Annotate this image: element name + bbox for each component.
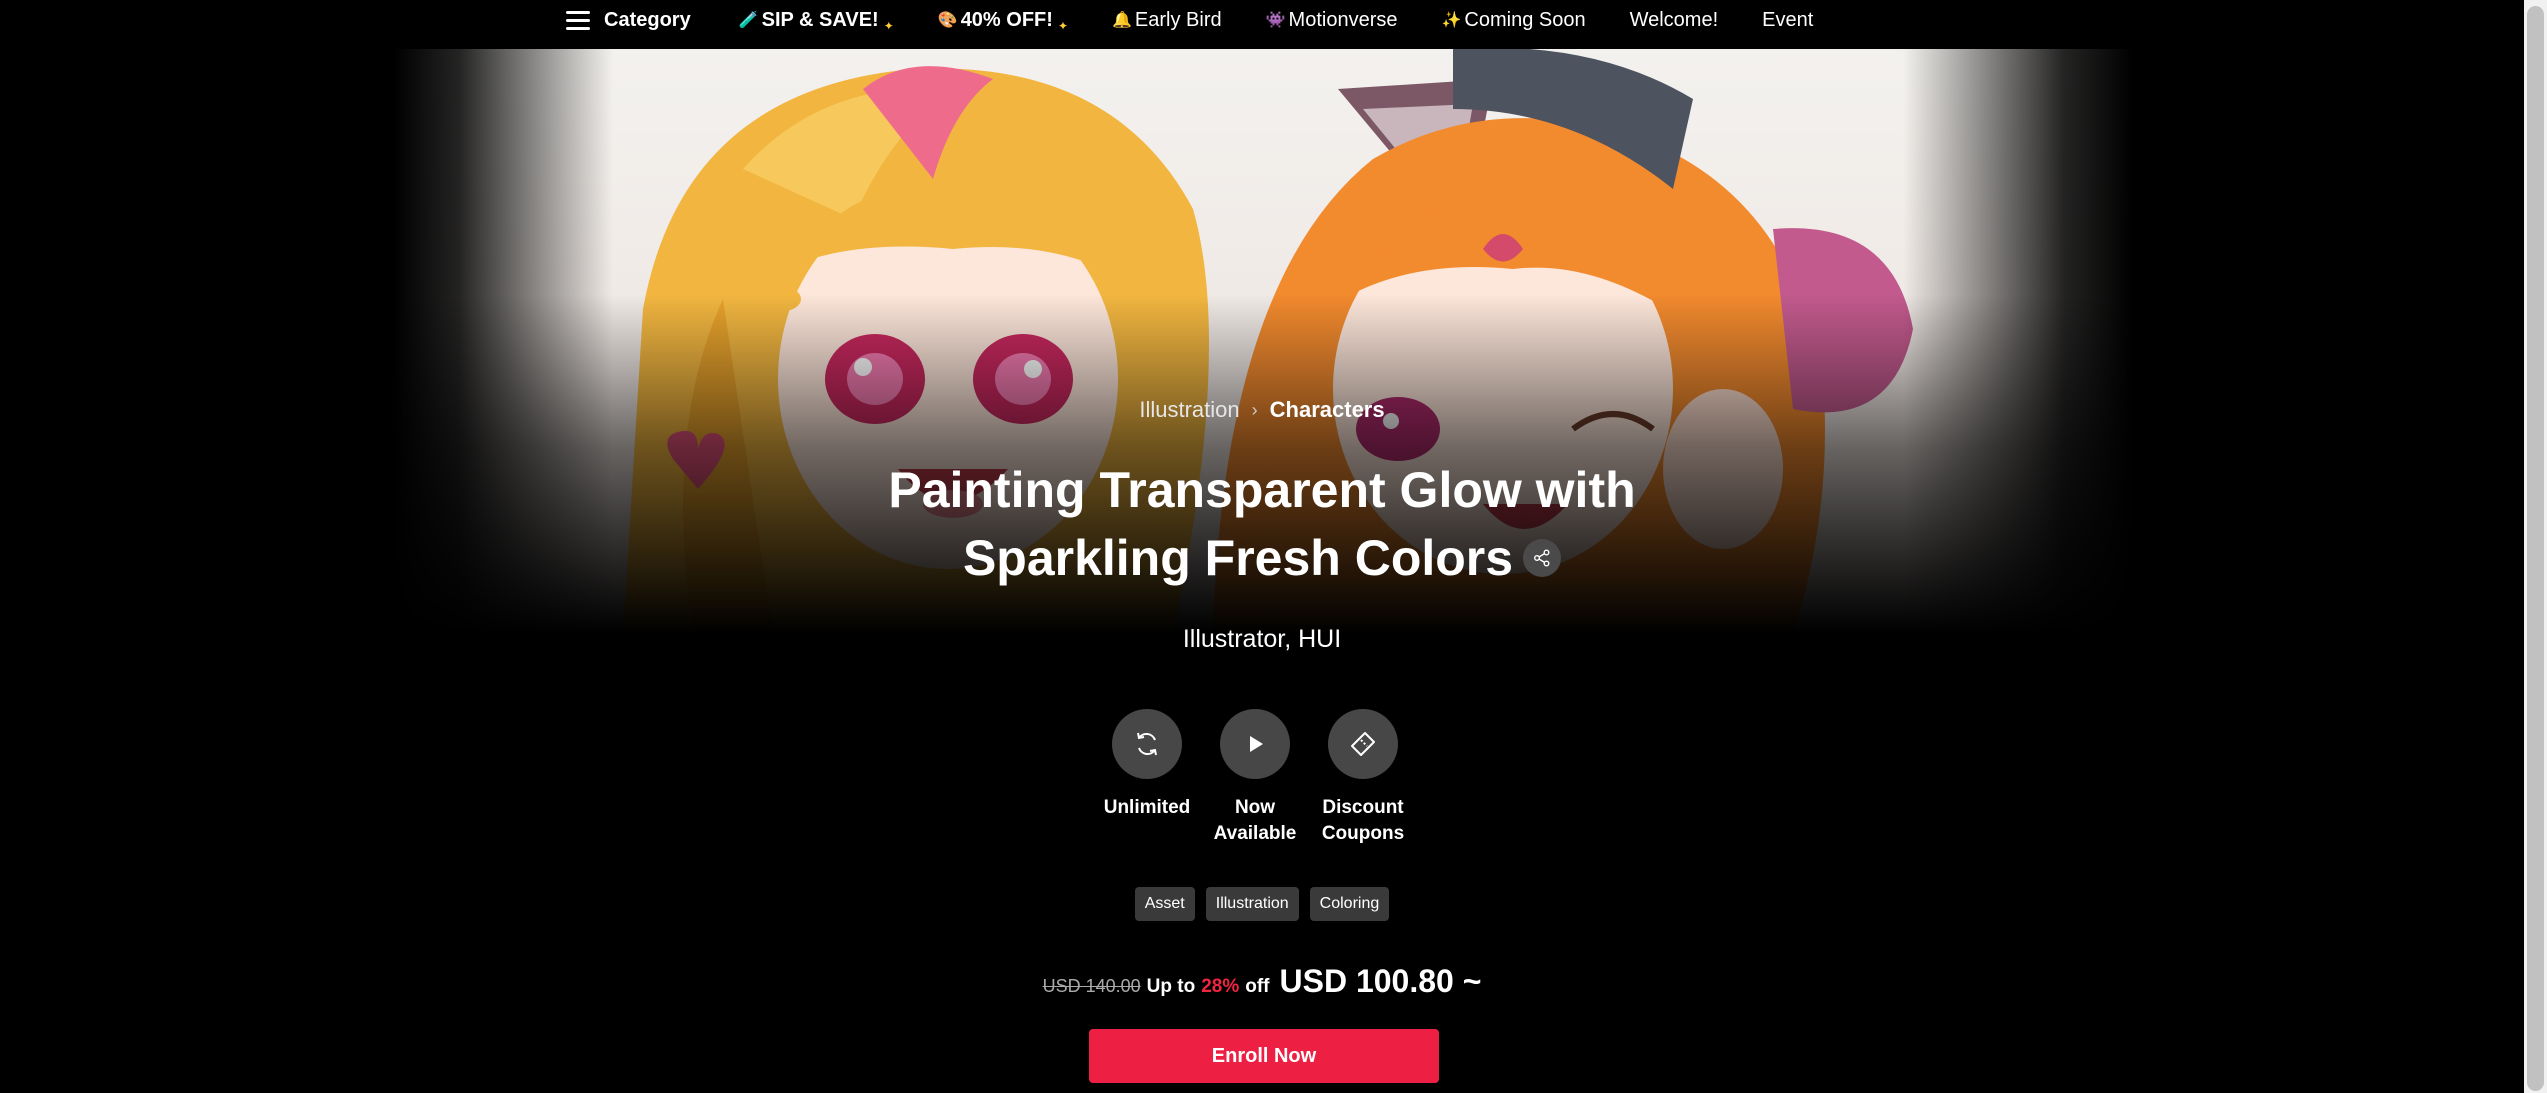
discount-percent: 28% (1201, 976, 1240, 997)
breadcrumb-illustration[interactable]: Illustration (1139, 397, 1239, 423)
breadcrumb: Illustration › Characters (0, 397, 2524, 423)
tag-list: Asset Illustration Coloring (0, 887, 2524, 921)
page-scrollbar[interactable] (2524, 0, 2547, 1093)
current-price: USD 100.80 ~ (1279, 963, 1482, 999)
nav-item-sip-save[interactable]: 🧪 SIP & SAVE! ✦ (738, 8, 894, 34)
enroll-now-button[interactable]: Enroll Now (1089, 1029, 1439, 1083)
feature-now-available[interactable]: Now Available (1214, 709, 1296, 847)
breadcrumb-characters[interactable]: Characters (1270, 397, 1385, 423)
chevron-right-icon: › (1251, 399, 1258, 420)
nav-item-label: Event (1762, 8, 1814, 31)
nav-item-event[interactable]: Event (1762, 9, 1813, 32)
bell-icon: 🔔 (1112, 12, 1132, 29)
author-name: Illustrator, HUI (1182, 625, 1342, 653)
palette-icon: 🎨 (937, 12, 958, 29)
hamburger-icon (566, 10, 590, 30)
refresh-icon (1137, 732, 1157, 756)
tag-asset[interactable]: Asset (1134, 887, 1195, 921)
nav-item-welcome[interactable]: Welcome! (1630, 9, 1719, 32)
nav-item-label: 40% OFF! (960, 8, 1053, 31)
feature-label: Now Available (1213, 797, 1297, 844)
scrollbar-thumb[interactable] (2527, 6, 2544, 1091)
sparkle-icon: ✦ (883, 19, 894, 33)
feature-unlimited[interactable]: Unlimited (1104, 709, 1190, 847)
top-nav: Category 🧪 SIP & SAVE! ✦ 🎨 40% OFF! ✦ 🔔 … (0, 0, 2524, 49)
feature-icon-circle (1220, 709, 1290, 779)
nav-item-early-bird[interactable]: 🔔 Early Bird (1112, 9, 1222, 32)
nav-item-label: Coming Soon (1464, 8, 1586, 31)
discount-prefix: Up to (1146, 976, 1196, 997)
nav-item-label: Welcome! (1629, 8, 1719, 31)
feature-label: Discount Coupons (1321, 797, 1405, 844)
feature-icon-circle (1328, 709, 1398, 779)
sparkles-icon: ✨ (1441, 12, 1462, 29)
nav-item-label: SIP & SAVE! (761, 8, 879, 31)
feature-icon-circle (1112, 709, 1182, 779)
original-price: USD 140.00 (1042, 976, 1141, 996)
coupon-icon (1351, 732, 1375, 756)
course-title: Painting Transparent Glow with Sparkling… (0, 456, 2524, 592)
course-title-line2-wrap: Sparkling Fresh Colors (0, 524, 2524, 592)
course-title-line2: Sparkling Fresh Colors (962, 530, 1514, 586)
price-row: USD 140.00 Up to 28% off USD 100.80 ~ (0, 963, 2524, 1000)
play-icon (1250, 736, 1263, 752)
nav-bar: Category 🧪 SIP & SAVE! ✦ 🎨 40% OFF! ✦ 🔔 … (566, 0, 1857, 40)
tag-coloring[interactable]: Coloring (1309, 887, 1390, 921)
share-button[interactable] (1523, 538, 1562, 577)
brush-icon: 🧪 (738, 12, 759, 29)
nav-item-coming-soon[interactable]: ✨ Coming Soon (1441, 9, 1585, 32)
course-title-line1: Painting Transparent Glow with (888, 462, 1636, 518)
feature-list: Unlimited Now Available Discount Coupons (1104, 709, 1404, 847)
nav-item-label: Motionverse (1288, 8, 1398, 31)
alien-monster-icon: 👾 (1265, 12, 1286, 29)
feature-label: Unlimited (1103, 797, 1191, 818)
nav-item-label: Early Bird (1134, 8, 1222, 31)
nav-item-40-off[interactable]: 🎨 40% OFF! ✦ (937, 8, 1068, 34)
feature-discount-coupons[interactable]: Discount Coupons (1322, 709, 1404, 847)
category-label: Category (604, 8, 691, 31)
sparkle-icon: ✦ (1057, 19, 1068, 33)
share-icon (1534, 549, 1550, 567)
tag-illustration[interactable]: Illustration (1205, 887, 1299, 921)
category-menu-button[interactable]: Category (566, 9, 691, 32)
discount-suffix: off (1245, 976, 1270, 997)
nav-item-motionverse[interactable]: 👾 Motionverse (1266, 9, 1398, 32)
